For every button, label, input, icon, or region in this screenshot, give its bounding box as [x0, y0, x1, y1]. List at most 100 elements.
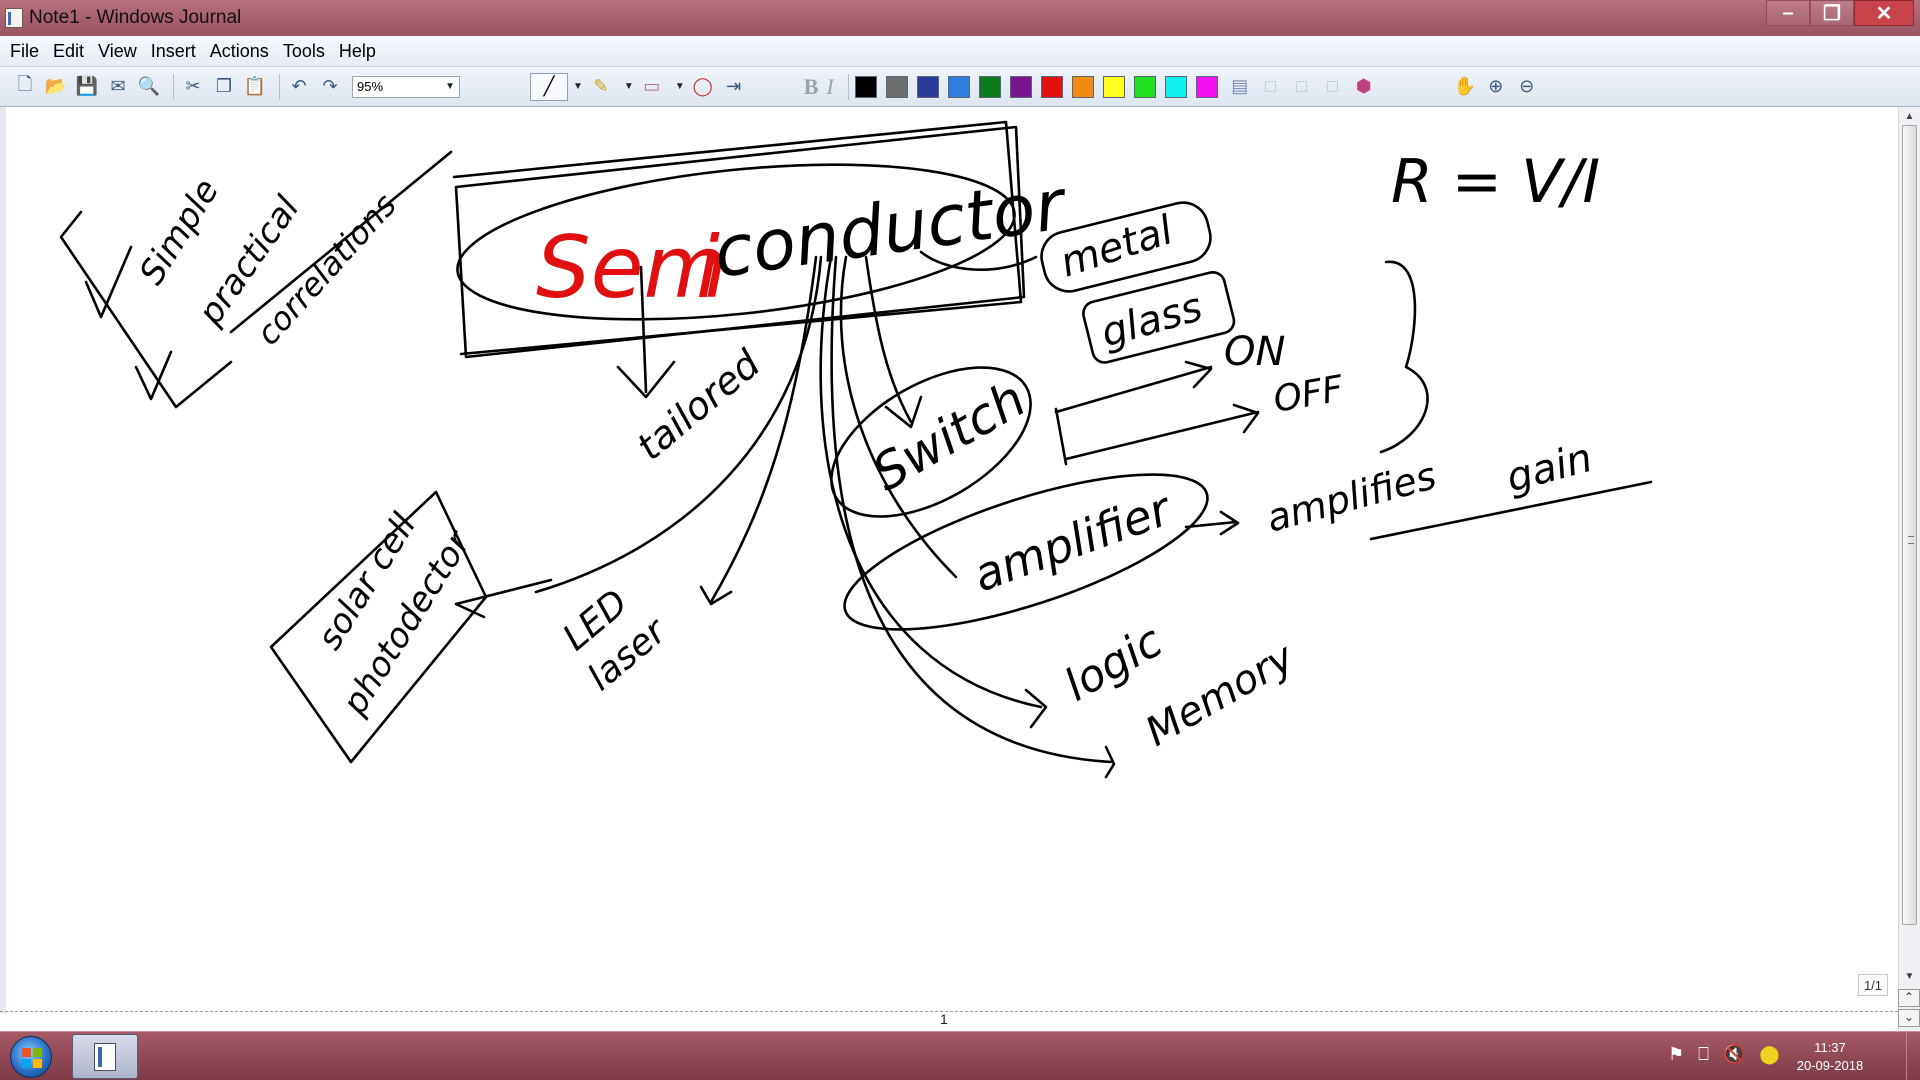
menu-insert[interactable]: Insert	[144, 41, 203, 62]
switch-label: Switch	[863, 370, 1035, 503]
off-arrow	[1064, 403, 1260, 461]
color-swatch-10[interactable]	[1164, 75, 1187, 98]
cut-icon[interactable]: ✂	[180, 74, 206, 100]
chevron-down-icon: ▼	[445, 81, 455, 92]
pen-style-3-icon[interactable]: □	[1289, 74, 1315, 100]
logic-label: logic	[1056, 616, 1171, 712]
clock-time: 11:37	[1814, 1040, 1846, 1055]
amplifies-label: amplifies	[1262, 453, 1441, 540]
ink-layer: Sem i conductor Simple practical correla…	[59, 120, 1653, 779]
grip-icon	[1908, 536, 1914, 544]
color-swatch-4[interactable]	[978, 75, 1001, 98]
color-picker-icon[interactable]: ⬢	[1351, 74, 1377, 100]
page-navigation: ⌃ ⌄	[1898, 987, 1920, 1031]
zoom-in-icon[interactable]: ⊕	[1483, 74, 1509, 100]
bold-button[interactable]: B	[804, 74, 819, 100]
menu-edit[interactable]: Edit	[46, 41, 91, 62]
color-swatch-1[interactable]	[885, 75, 908, 98]
send-icon[interactable]: ✉	[105, 74, 131, 100]
italic-button[interactable]: I	[826, 74, 833, 100]
maximize-button[interactable]: ❐	[1810, 0, 1854, 26]
zoom-out-icon[interactable]: ⊖	[1514, 74, 1540, 100]
action-center-flag-icon[interactable]: ⚑	[1668, 1044, 1684, 1065]
zoom-value: 95%	[357, 79, 384, 94]
menu-tools[interactable]: Tools	[276, 41, 332, 62]
paste-icon[interactable]: 📋	[242, 74, 268, 100]
window-controls: – ❐ ✕	[1766, 0, 1914, 28]
color-swatch-5[interactable]	[1009, 75, 1032, 98]
scroll-thumb[interactable]	[1902, 125, 1917, 925]
eraser-dropdown-icon[interactable]: ▼	[675, 81, 685, 92]
color-swatch-11[interactable]	[1195, 75, 1218, 98]
minimize-button[interactable]: –	[1766, 0, 1810, 26]
scroll-down-icon[interactable]: ▼	[1899, 967, 1920, 985]
start-button[interactable]	[10, 1036, 52, 1078]
color-swatch-8[interactable]	[1102, 75, 1125, 98]
note-canvas[interactable]: Sem i conductor Simple practical correla…	[0, 107, 1898, 1013]
save-icon[interactable]: 💾	[74, 74, 100, 100]
color-swatch-9[interactable]	[1133, 75, 1156, 98]
glass-label: glass	[1096, 284, 1207, 357]
volume-muted-icon[interactable]: 🔇	[1723, 1044, 1745, 1065]
logic-arrow	[819, 255, 1048, 729]
menu-bar: File Edit View Insert Actions Tools Help	[0, 36, 1920, 67]
toolbar-divider	[279, 73, 280, 100]
page-count-indicator: 1/1	[1858, 974, 1888, 996]
toolbar: 🗋 📂 💾 ✉ 🔍 ✂ ❐ 📋 ↶ ↷ 95% ▼ ╱ ▼ ✎ ▼ ▭ ▼ ◯ …	[0, 67, 1920, 107]
gain-label: gain	[1502, 435, 1597, 502]
color-swatch-7[interactable]	[1071, 75, 1094, 98]
tailored-label: tailored	[629, 341, 770, 469]
taskbar-journal-button[interactable]	[72, 1034, 138, 1079]
security-status-icon[interactable]: ⬤	[1759, 1044, 1779, 1065]
pan-hand-icon[interactable]: ✋	[1452, 74, 1478, 100]
undo-icon[interactable]: ↶	[286, 74, 312, 100]
off-label: OFF	[1270, 368, 1347, 421]
insert-space-icon[interactable]: ⇥	[721, 74, 747, 100]
clock[interactable]: 11:37 20-09-2018	[1780, 1039, 1880, 1075]
pen-style-4-icon[interactable]: □	[1320, 74, 1346, 100]
next-page-icon[interactable]: ⌄	[1898, 1009, 1920, 1027]
menu-view[interactable]: View	[91, 41, 144, 62]
lasso-icon[interactable]: ◯	[690, 74, 716, 100]
find-icon[interactable]: 🔍	[136, 74, 162, 100]
network-icon[interactable]: ⎕	[1698, 1044, 1709, 1065]
close-button[interactable]: ✕	[1854, 0, 1914, 26]
show-desktop-button[interactable]	[1906, 1032, 1920, 1080]
page-separator	[0, 1011, 1898, 1012]
toolbar-divider	[173, 73, 174, 100]
color-swatch-0[interactable]	[854, 75, 877, 98]
highlighter-dropdown-icon[interactable]: ▼	[624, 81, 634, 92]
menu-help[interactable]: Help	[332, 41, 383, 62]
switch-arrow	[864, 255, 923, 429]
toolbar-divider	[847, 73, 849, 100]
color-swatch-6[interactable]	[1040, 75, 1063, 98]
on-arrow	[1054, 360, 1213, 414]
menu-actions[interactable]: Actions	[203, 41, 276, 62]
page-number: 1	[940, 1011, 948, 1027]
pen-style-2-icon[interactable]: □	[1258, 74, 1284, 100]
color-swatch-3[interactable]	[947, 75, 970, 98]
scroll-up-icon[interactable]: ▲	[1899, 107, 1920, 125]
journal-app-icon[interactable]	[5, 8, 23, 28]
previous-page-icon[interactable]: ⌃	[1898, 989, 1920, 1007]
pen-dropdown-icon[interactable]: ▼	[573, 81, 583, 92]
journal-icon	[94, 1042, 116, 1071]
menu-file[interactable]: File	[3, 41, 46, 62]
title-bar: Note1 - Windows Journal – ❐ ✕	[0, 0, 1920, 36]
clock-date: 20-09-2018	[1796, 1058, 1864, 1073]
redo-icon[interactable]: ↷	[317, 74, 343, 100]
vertical-scrollbar[interactable]: ▲ ▼	[1898, 107, 1920, 1031]
pen-style-1-icon[interactable]: ▤	[1227, 74, 1253, 100]
copy-icon[interactable]: ❐	[211, 74, 237, 100]
switch-bracket	[1054, 407, 1068, 466]
open-icon[interactable]: 📂	[43, 74, 69, 100]
color-swatches	[854, 75, 1227, 98]
window-title: Note1 - Windows Journal	[29, 7, 242, 28]
checklist-simple: Simple	[132, 172, 227, 292]
zoom-select[interactable]: 95% ▼	[352, 75, 460, 98]
pen-button[interactable]: ╱	[530, 72, 568, 101]
eraser-icon[interactable]: ▭	[639, 74, 665, 100]
highlighter-icon[interactable]: ✎	[588, 74, 614, 100]
color-swatch-2[interactable]	[916, 75, 939, 98]
new-note-icon[interactable]: 🗋	[12, 74, 38, 100]
